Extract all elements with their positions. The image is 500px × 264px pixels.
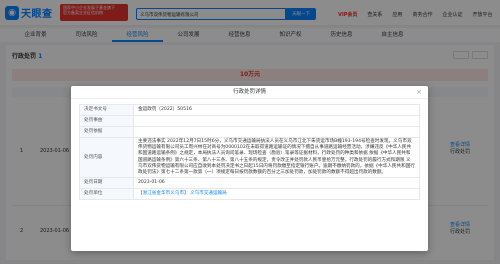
field-key: 处罚依据: [79, 126, 134, 138]
modal-title: 行政处罚详情: [232, 89, 266, 95]
detail-row: 处罚日期 2023-01-06: [79, 177, 420, 190]
detail-row: 决定书文号 金运政罚（2022）50516: [79, 104, 420, 116]
detail-row: 处罚单位 【浙江省金华市义乌市】 义乌市交通运输局: [79, 188, 420, 201]
modal-header: 行政处罚详情 ×: [71, 86, 428, 99]
detail-row: 处罚事由: [79, 115, 420, 127]
field-key: 决定书文号: [79, 104, 134, 116]
close-icon[interactable]: ×: [416, 86, 422, 99]
field-value: 金运政罚（2022）50516: [133, 104, 420, 116]
field-key: 处罚事由: [79, 115, 134, 127]
field-value: 主要违法事实 2022年12月7日15时6分，义乌市交通运输局执法人员在义乌市江…: [133, 136, 420, 179]
field-value: 2023-01-06: [133, 177, 420, 190]
field-value[interactable]: 【浙江省金华市义乌市】 义乌市交通运输局: [133, 188, 420, 201]
field-key: 处罚日期: [79, 177, 134, 190]
detail-row: 处罚内容 主要违法事实 2022年12月7日15时6分，义乌市交通运输局执法人员…: [79, 136, 420, 179]
detail-row: 处罚依据: [79, 126, 420, 138]
field-key: 处罚单位: [79, 188, 134, 201]
field-value: [133, 126, 420, 138]
field-value: [133, 115, 420, 127]
detail-table: 决定书文号 金运政罚（2022）50516 处罚事由 处罚依据 处罚内容 主要违…: [79, 104, 420, 201]
penalty-detail-modal: 行政处罚详情 × 决定书文号 金运政罚（2022）50516 处罚事由 处罚依据…: [71, 86, 428, 251]
field-key: 处罚内容: [79, 136, 134, 179]
